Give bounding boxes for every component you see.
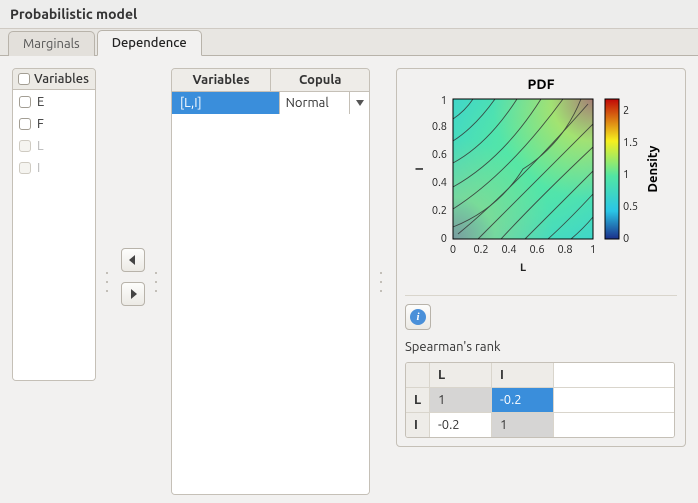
svg-text:1.5: 1.5 bbox=[623, 137, 638, 149]
triangle-down-icon bbox=[356, 100, 364, 106]
col-header-L[interactable]: L bbox=[430, 363, 492, 387]
tab-dependence[interactable]: Dependence bbox=[97, 30, 202, 56]
window: Probabilistic model Marginals Dependence… bbox=[0, 0, 698, 503]
x-axis: 0 0.2 0.4 0.6 0.8 1 bbox=[450, 244, 596, 256]
move-right-button[interactable] bbox=[121, 282, 145, 306]
colorbar-ticks: 0 0.5 1 1.5 2 bbox=[623, 105, 638, 245]
svg-text:0.2: 0.2 bbox=[473, 244, 488, 256]
select-all-checkbox[interactable] bbox=[18, 73, 30, 85]
svg-text:1: 1 bbox=[623, 169, 629, 181]
move-buttons bbox=[121, 248, 145, 306]
svg-text:0.6: 0.6 bbox=[432, 149, 447, 161]
spearman-table: L I L 1 -0.2 I -0.2 1 bbox=[405, 362, 675, 438]
cell-L-I[interactable]: -0.2 bbox=[492, 388, 554, 412]
svg-text:0.4: 0.4 bbox=[501, 244, 516, 256]
variable-item-I: I bbox=[17, 160, 91, 176]
checkbox-L bbox=[19, 140, 31, 152]
spearman-label: Spearman's rank bbox=[405, 340, 677, 354]
svg-text:0.8: 0.8 bbox=[432, 121, 447, 133]
variable-item-L: L bbox=[17, 138, 91, 154]
copula-table-body bbox=[172, 114, 369, 494]
info-button[interactable]: i bbox=[405, 304, 431, 330]
copula-row[interactable]: [L,I] Normal bbox=[172, 92, 369, 114]
variable-item-E[interactable]: E bbox=[17, 94, 91, 110]
splitter-grip[interactable] bbox=[380, 272, 386, 292]
triangle-left-icon bbox=[129, 255, 137, 265]
variable-label: E bbox=[37, 95, 44, 109]
svg-text:0.8: 0.8 bbox=[557, 244, 572, 256]
row-header-L[interactable]: L bbox=[406, 388, 430, 412]
variable-label: I bbox=[37, 161, 40, 175]
row-header-I[interactable]: I bbox=[406, 413, 430, 437]
chart-title: PDF bbox=[528, 77, 555, 92]
window-title: Probabilistic model bbox=[0, 0, 698, 29]
variable-item-F[interactable]: F bbox=[17, 116, 91, 132]
pair-cell[interactable]: [L,I] bbox=[172, 92, 279, 114]
variable-label: L bbox=[37, 139, 44, 153]
y-axis: 0 0.2 0.4 0.6 0.8 1 bbox=[432, 95, 447, 245]
details-panel: PDF bbox=[396, 68, 686, 447]
cell-L-L[interactable]: 1 bbox=[430, 388, 492, 412]
dependence-pane: Variables E F L I bbox=[0, 56, 698, 503]
variables-header[interactable]: Variables bbox=[13, 69, 95, 90]
svg-text:0: 0 bbox=[441, 233, 447, 245]
move-left-button[interactable] bbox=[121, 248, 145, 272]
svg-text:1: 1 bbox=[441, 95, 447, 107]
checkbox-F[interactable] bbox=[19, 118, 31, 130]
info-icon: i bbox=[410, 309, 426, 325]
pdf-chart-svg: PDF bbox=[411, 77, 671, 287]
copula-value[interactable]: Normal bbox=[279, 92, 350, 114]
copula-label: Normal bbox=[286, 96, 329, 110]
variables-header-label: Variables bbox=[34, 72, 89, 86]
triangle-right-icon bbox=[129, 289, 137, 299]
svg-text:0.2: 0.2 bbox=[432, 205, 447, 217]
copula-dropdown-button[interactable] bbox=[349, 92, 369, 114]
svg-text:2: 2 bbox=[623, 105, 629, 117]
splitter-grip[interactable] bbox=[155, 272, 161, 292]
x-axis-label: L bbox=[520, 262, 526, 274]
svg-text:0: 0 bbox=[450, 244, 456, 256]
copula-table-header: Variables Copula bbox=[172, 69, 369, 92]
col-copula[interactable]: Copula bbox=[271, 69, 369, 91]
variables-panel: Variables E F L I bbox=[12, 68, 96, 381]
variable-label: F bbox=[37, 117, 44, 131]
svg-text:0.4: 0.4 bbox=[432, 177, 447, 189]
tab-bar: Marginals Dependence bbox=[0, 29, 698, 56]
col-header-I[interactable]: I bbox=[492, 363, 554, 387]
checkbox-E[interactable] bbox=[19, 96, 31, 108]
svg-text:1: 1 bbox=[590, 244, 596, 256]
cell-I-L[interactable]: -0.2 bbox=[430, 413, 492, 437]
corner-cell bbox=[406, 363, 430, 387]
col-variables[interactable]: Variables bbox=[172, 69, 271, 91]
copula-cell[interactable]: Normal bbox=[279, 92, 370, 114]
variables-list: E F L I bbox=[13, 90, 95, 380]
svg-text:0.6: 0.6 bbox=[529, 244, 544, 256]
pdf-chart: PDF bbox=[411, 77, 671, 287]
colorbar-label: Density bbox=[646, 145, 660, 192]
cell-I-I[interactable]: 1 bbox=[492, 413, 554, 437]
tab-marginals[interactable]: Marginals bbox=[8, 31, 95, 56]
svg-text:0.5: 0.5 bbox=[623, 201, 638, 213]
checkbox-I bbox=[19, 162, 31, 174]
svg-text:0: 0 bbox=[623, 233, 629, 245]
y-axis-label: I bbox=[414, 167, 426, 170]
copula-table: Variables Copula [L,I] Normal bbox=[171, 68, 370, 495]
splitter-grip[interactable] bbox=[106, 272, 112, 292]
